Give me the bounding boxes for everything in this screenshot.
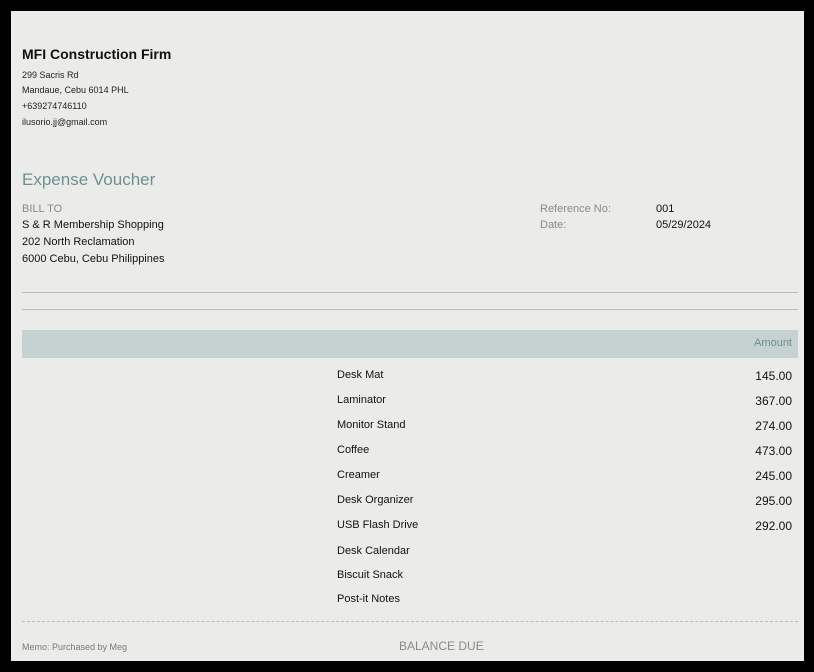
item-amount: 145.00: [755, 369, 792, 383]
table-row: Desk Mat 145.00: [11, 367, 804, 387]
item-amount: 274.00: [755, 419, 792, 433]
company-address-line2: Mandaue, Cebu 6014 PHL: [22, 85, 129, 95]
reference-value: 001: [656, 203, 675, 215]
voucher-page: MFI Construction Firm 299 Sacris Rd Mand…: [11, 11, 804, 661]
item-description: USB Flash Drive: [337, 519, 419, 531]
item-amount: 367.00: [755, 394, 792, 408]
table-row: Desk Organizer 295.00: [11, 492, 804, 512]
company-address-line1: 299 Sacris Rd: [22, 70, 79, 80]
item-description: Coffee: [337, 444, 370, 456]
reference-label: Reference No:: [540, 203, 611, 215]
table-header: Amount: [22, 330, 798, 358]
table-row: Monitor Stand 274.00: [11, 417, 804, 437]
table-row: USB Flash Drive 292.00: [11, 517, 804, 537]
footer-divider: [22, 621, 798, 622]
bill-to-address-line1: 202 North Reclamation: [22, 236, 135, 248]
bill-to-name: S & R Membership Shopping: [22, 219, 164, 231]
item-description: Creamer: [337, 469, 380, 481]
company-email: ilusorio.jj@gmail.com: [22, 117, 108, 127]
item-amount: 473.00: [755, 444, 792, 458]
item-description: Monitor Stand: [337, 419, 406, 431]
item-amount: 245.00: [755, 469, 792, 483]
table-row: Desk Calendar: [11, 543, 804, 563]
item-description: Desk Calendar: [337, 545, 410, 557]
item-description: Post-it Notes: [337, 593, 400, 605]
document-title: Expense Voucher: [22, 170, 156, 189]
item-amount: 292.00: [755, 519, 792, 533]
item-description: Biscuit Snack: [337, 569, 404, 581]
item-description: Laminator: [337, 394, 386, 406]
divider-bottom: [22, 309, 798, 310]
amount-column-header: Amount: [754, 337, 792, 349]
table-row: Post-it Notes: [11, 591, 804, 611]
item-amount: 295.00: [755, 494, 792, 508]
date-label: Date:: [540, 219, 567, 231]
balance-due-label: BALANCE DUE: [399, 639, 484, 653]
table-row: Laminator 367.00: [11, 392, 804, 412]
date-value: 05/29/2024: [656, 219, 712, 231]
bill-to-address-line2: 6000 Cebu, Cebu Philippines: [22, 253, 165, 265]
table-row: Biscuit Snack: [11, 567, 804, 587]
memo-text: Memo: Purchased by Meg: [22, 642, 128, 652]
table-row: Coffee 473.00: [11, 442, 804, 462]
company-name: MFI Construction Firm: [22, 46, 172, 62]
bill-to-label: BILL TO: [22, 203, 63, 215]
table-row: Creamer 245.00: [11, 467, 804, 487]
divider-top: [22, 292, 798, 293]
company-phone: +639274746110: [22, 101, 87, 111]
item-description: Desk Mat: [337, 369, 384, 381]
item-description: Desk Organizer: [337, 494, 414, 506]
